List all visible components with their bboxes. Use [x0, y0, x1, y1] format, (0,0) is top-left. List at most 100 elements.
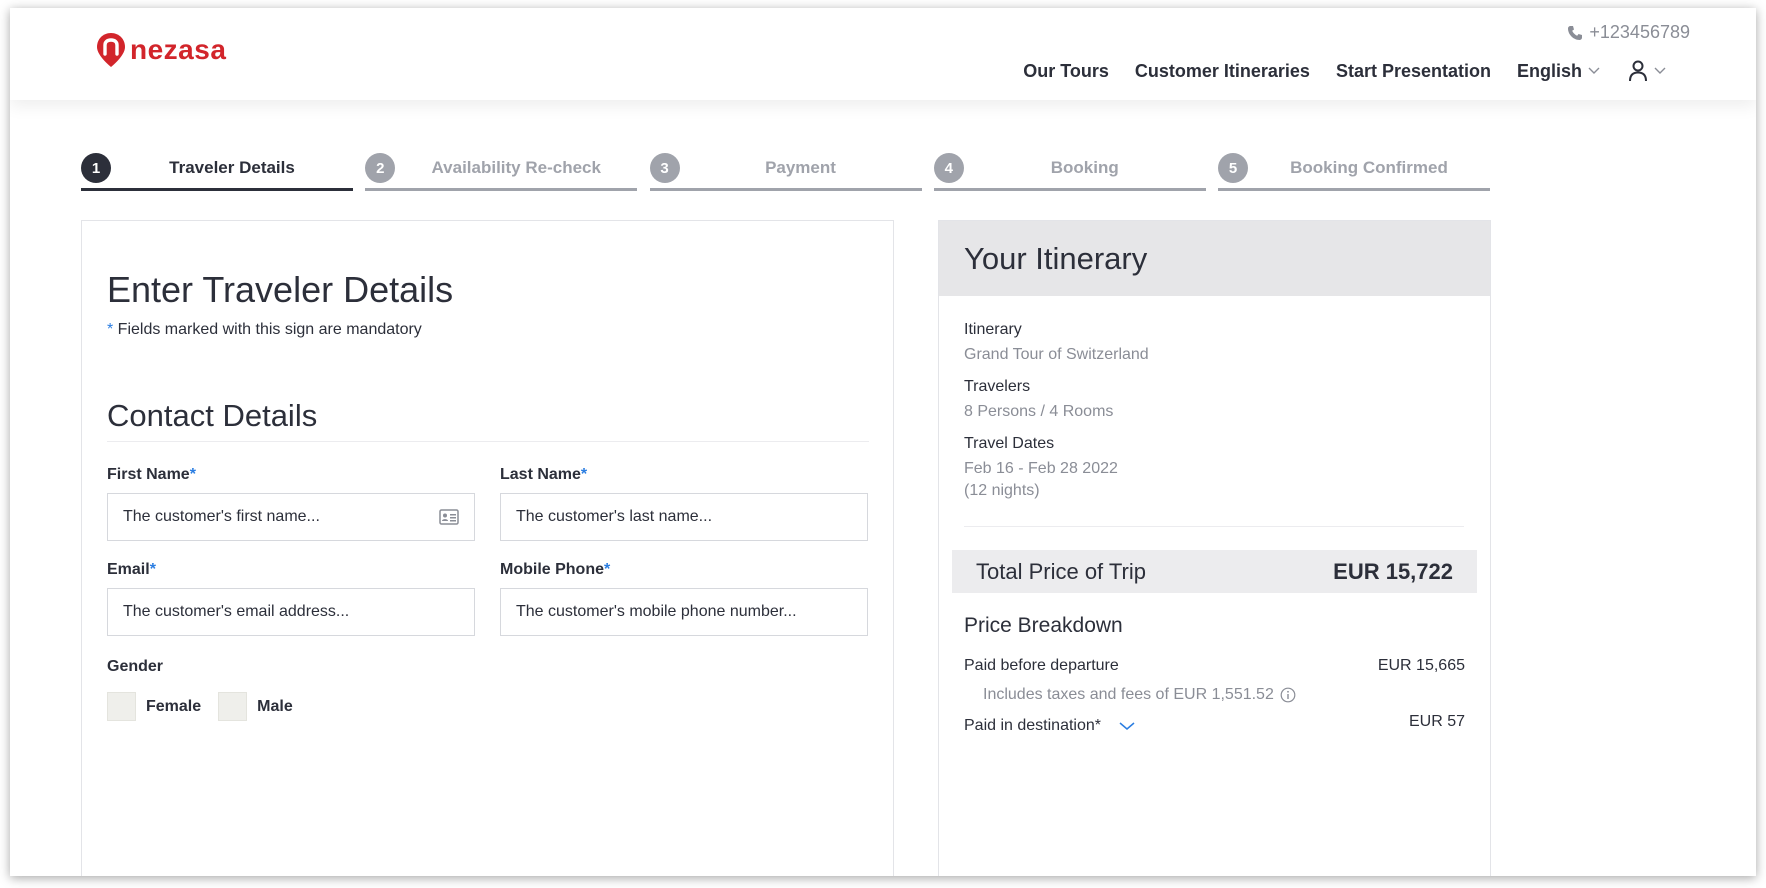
step-number: 1: [81, 153, 111, 183]
phone-number: +123456789: [1589, 22, 1690, 42]
taxes-note: Includes taxes and fees of EUR 1,551.52: [983, 686, 1296, 704]
mandatory-note: * Fields marked with this sign are manda…: [107, 321, 422, 339]
itinerary-value: Grand Tour of Switzerland: [964, 346, 1149, 363]
label-text: Last Name: [500, 466, 581, 483]
itinerary-title: Your Itinerary: [939, 221, 1490, 296]
last-name-field: Last Name* The customer's last name...: [500, 466, 868, 541]
first-name-input[interactable]: The customer's first name...: [107, 493, 475, 541]
first-name-field: First Name* The customer's first name...: [107, 466, 475, 541]
first-name-label: First Name*: [107, 466, 475, 484]
phone-icon: [1568, 25, 1583, 40]
chevron-down-icon: [1588, 67, 1600, 74]
paid-in-destination-row: Paid in destination* EUR 57: [964, 713, 1465, 735]
required-star: *: [189, 466, 196, 483]
site-header: nezasa +123456789 Our Tours Customer Iti…: [10, 8, 1756, 100]
page-title: Enter Traveler Details: [107, 269, 454, 310]
step-label: Payment: [765, 158, 836, 177]
nav-customer-itineraries[interactable]: Customer Itineraries: [1135, 61, 1310, 82]
step-availability-recheck[interactable]: 2 Availability Re-check: [365, 148, 638, 191]
travel-dates-value: Feb 16 - Feb 28 2022: [964, 460, 1118, 477]
label-text: Mobile Phone: [500, 561, 604, 578]
itinerary-label: Itinerary: [964, 321, 1022, 338]
nezasa-logo[interactable]: nezasa: [96, 32, 226, 68]
first-name-placeholder: The customer's first name...: [123, 508, 320, 525]
email-field: Email* The customer's email address...: [107, 561, 475, 636]
required-star: *: [580, 466, 588, 483]
mobile-phone-placeholder: The customer's mobile phone number...: [516, 603, 797, 620]
gender-male-label: Male: [257, 697, 293, 715]
chevron-down-icon: [1654, 67, 1666, 74]
gender-female-radio[interactable]: [107, 692, 136, 721]
step-number: 5: [1218, 153, 1248, 183]
section-divider: [107, 441, 869, 442]
step-number: 4: [933, 153, 964, 183]
paid-before-departure-value: EUR 15,665: [1377, 657, 1465, 674]
nav-start-presentation[interactable]: Start Presentation: [1336, 61, 1491, 82]
checkout-stepper: 1 Traveler Details 2 Availability Re-che…: [81, 148, 1490, 191]
gender-options: Female Male: [107, 692, 310, 721]
travel-nights: (12 nights): [964, 482, 1040, 499]
mobile-phone-field: Mobile Phone* The customer's mobile phon…: [500, 561, 868, 636]
chevron-down-icon: [1119, 722, 1135, 730]
nav-our-tours[interactable]: Our Tours: [1023, 61, 1109, 82]
mobile-phone-input[interactable]: The customer's mobile phone number...: [500, 588, 868, 636]
price-breakdown-heading: Price Breakdown: [964, 614, 1123, 637]
main-nav: Our Tours Customer Itineraries Start Pre…: [997, 60, 1666, 82]
gender-male-radio[interactable]: [218, 692, 248, 721]
step-traveler-details[interactable]: 1 Traveler Details: [81, 148, 353, 191]
label-text: Email: [107, 561, 150, 578]
itinerary-info: Itinerary Grand Tour of Switzerland: [964, 321, 1149, 366]
email-label: Email*: [107, 561, 475, 579]
travelers-value: 8 Persons / 4 Rooms: [964, 403, 1114, 420]
contact-card-icon[interactable]: [439, 509, 459, 525]
info-icon[interactable]: [1280, 687, 1296, 703]
step-number: 3: [649, 153, 680, 183]
travelers-info: Travelers 8 Persons / 4 Rooms: [964, 378, 1113, 423]
gender-male-option[interactable]: Male: [218, 692, 293, 721]
language-label: English: [1516, 60, 1582, 81]
step-booking[interactable]: 4 Booking: [933, 148, 1206, 191]
email-placeholder: The customer's email address...: [123, 603, 350, 620]
gender-female-label: Female: [146, 697, 202, 715]
browser-page: nezasa +123456789 Our Tours Customer Iti…: [10, 8, 1756, 876]
paid-before-departure-row: Paid before departure EUR 15,665: [964, 657, 1465, 675]
step-label: Booking: [1050, 158, 1119, 177]
mandatory-note-text: Fields marked with this sign are mandato…: [113, 321, 422, 338]
user-menu[interactable]: [1628, 60, 1666, 82]
email-input[interactable]: The customer's email address...: [107, 588, 475, 636]
step-number: 2: [365, 153, 396, 183]
taxes-note-text: Includes taxes and fees of EUR 1,551.52: [983, 686, 1274, 703]
last-name-input[interactable]: The customer's last name...: [500, 493, 868, 541]
user-icon: [1629, 60, 1647, 82]
step-payment[interactable]: 3 Payment: [649, 148, 922, 191]
paid-in-destination-label: Paid in destination*: [964, 717, 1101, 734]
step-label: Booking Confirmed: [1290, 158, 1448, 177]
paid-before-departure-label: Paid before departure: [964, 657, 1119, 674]
contact-details-heading: Contact Details: [107, 398, 318, 433]
required-star: *: [149, 561, 156, 578]
last-name-label: Last Name*: [500, 466, 868, 484]
required-star: *: [604, 561, 611, 578]
travel-dates-info: Travel Dates Feb 16 - Feb 28 2022 (12 ni…: [964, 435, 1118, 502]
traveler-form-card: Enter Traveler Details * Fields marked w…: [81, 220, 894, 876]
label-text: First Name: [107, 466, 190, 483]
mobile-phone-label: Mobile Phone*: [500, 561, 868, 579]
gender-female-option[interactable]: Female: [107, 692, 201, 721]
step-label: Traveler Details: [169, 158, 295, 177]
last-name-placeholder: The customer's last name...: [516, 508, 713, 525]
language-selector[interactable]: English: [1517, 61, 1600, 82]
support-phone[interactable]: +123456789: [1567, 22, 1690, 43]
total-price-value: EUR 15,722: [1333, 558, 1453, 584]
travel-dates-label: Travel Dates: [964, 435, 1055, 452]
itinerary-summary-card: Your Itinerary Itinerary Grand Tour of S…: [938, 220, 1491, 876]
step-label: Availability Re-check: [431, 158, 601, 177]
total-price-label: Total Price of Trip: [976, 558, 1146, 584]
paid-in-destination-toggle[interactable]: Paid in destination*: [964, 717, 1135, 735]
total-price-bar: Total Price of Trip EUR 15,722: [952, 550, 1477, 593]
logo-text: nezasa: [130, 34, 227, 65]
step-booking-confirmed[interactable]: 5 Booking Confirmed: [1218, 148, 1490, 191]
logo-pin-icon: [97, 33, 125, 67]
travelers-label: Travelers: [964, 378, 1031, 395]
gender-label: Gender: [107, 658, 164, 675]
itinerary-divider: [964, 526, 1464, 527]
